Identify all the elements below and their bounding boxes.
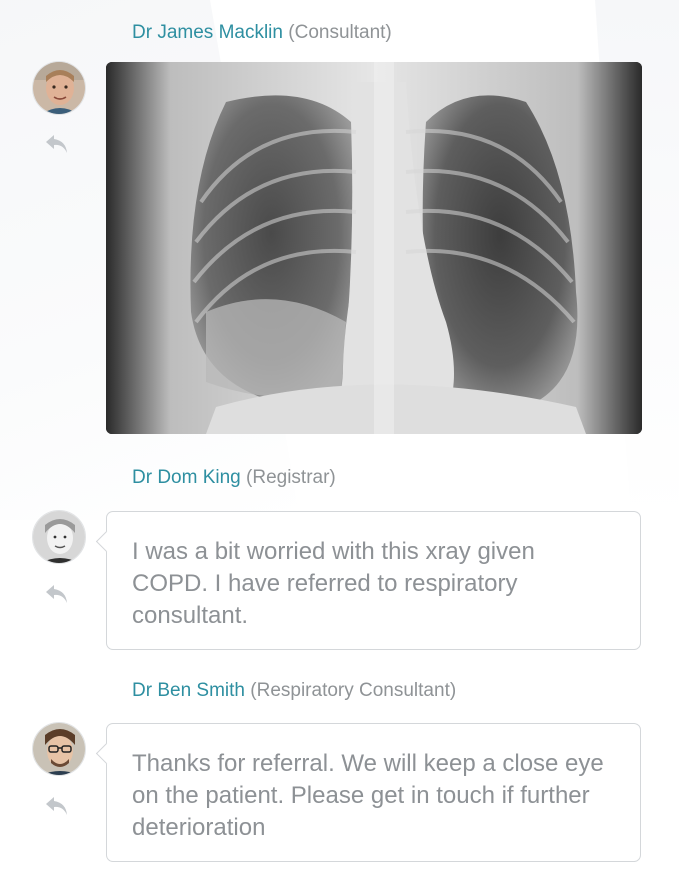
sender-name[interactable]: Dr Dom King (132, 467, 241, 488)
sender-role: (Respiratory Consultant) (250, 680, 457, 701)
chest-xray-image[interactable] (106, 62, 642, 434)
sender-line: Dr Ben Smith (Respiratory Consultant) (132, 680, 456, 702)
reply-icon[interactable] (44, 583, 70, 605)
message-bubble[interactable]: Thanks for referral. We will keep a clos… (106, 723, 641, 862)
sender-role: (Consultant) (288, 22, 392, 43)
reply-icon[interactable] (44, 133, 70, 155)
message-bubble[interactable]: I was a bit worried with this xray given… (106, 511, 641, 650)
sender-name[interactable]: Dr James Macklin (132, 22, 283, 43)
avatar[interactable] (32, 510, 86, 564)
sender-line: Dr Dom King (Registrar) (132, 467, 336, 489)
avatar[interactable] (32, 61, 86, 115)
reply-icon[interactable] (44, 795, 70, 817)
sender-name[interactable]: Dr Ben Smith (132, 680, 245, 701)
sender-role: (Registrar) (246, 467, 336, 488)
message-text: Thanks for referral. We will keep a clos… (132, 750, 604, 841)
avatar[interactable] (32, 722, 86, 776)
sender-line: Dr James Macklin (Consultant) (132, 22, 392, 44)
message-text: I was a bit worried with this xray given… (132, 538, 535, 629)
